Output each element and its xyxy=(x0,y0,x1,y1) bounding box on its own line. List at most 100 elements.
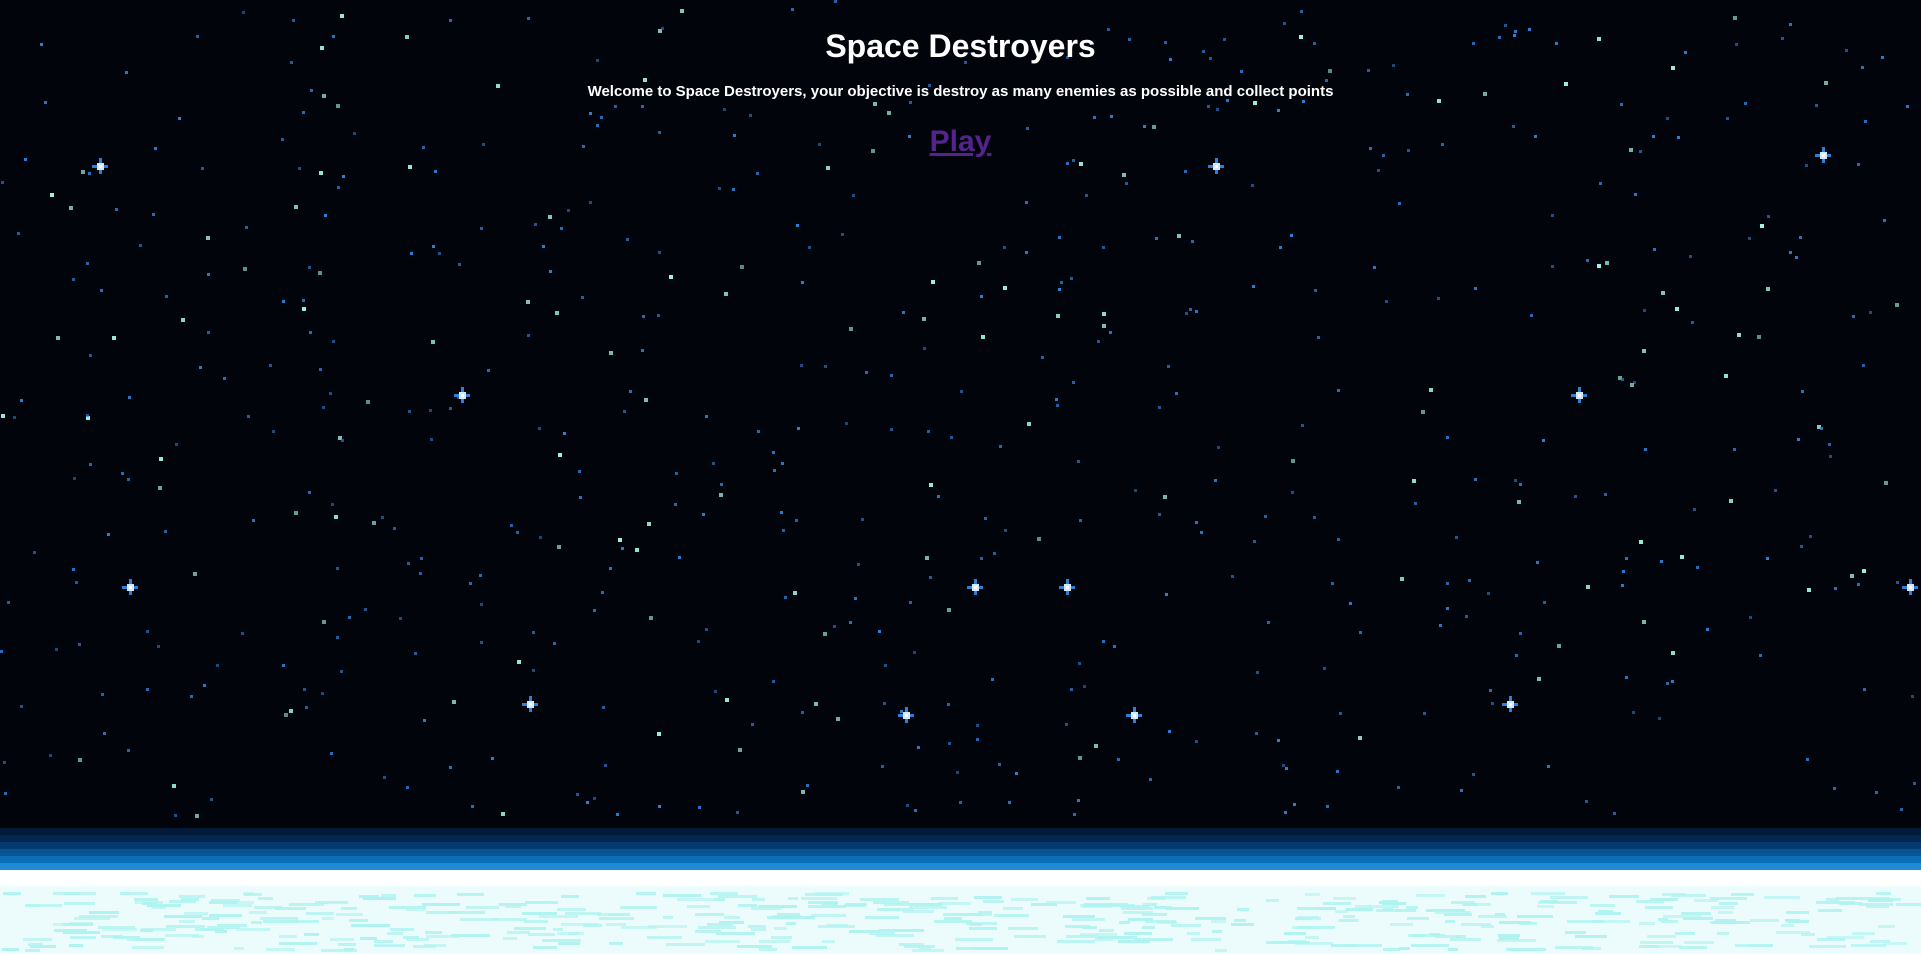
small-star xyxy=(589,201,592,204)
small-star xyxy=(609,567,612,570)
small-star xyxy=(175,443,178,446)
small-star xyxy=(1767,215,1770,218)
surface-mark xyxy=(1444,913,1472,916)
small-star xyxy=(712,462,715,465)
surface-mark xyxy=(1212,930,1222,933)
small-star xyxy=(1632,711,1635,714)
small-star xyxy=(1313,516,1316,519)
small-star xyxy=(890,374,893,377)
surface-mark xyxy=(1305,893,1320,896)
small-star xyxy=(642,315,645,318)
small-star xyxy=(548,215,552,219)
surface-mark xyxy=(822,940,835,943)
small-star xyxy=(449,766,452,769)
small-star xyxy=(178,117,181,120)
play-link[interactable]: Play xyxy=(930,125,992,158)
small-star xyxy=(1643,309,1646,312)
small-star xyxy=(1058,236,1061,239)
small-star xyxy=(657,732,661,736)
small-star xyxy=(736,811,739,814)
small-star xyxy=(1078,662,1081,665)
surface-mark xyxy=(53,892,79,895)
small-star xyxy=(618,538,622,542)
bright-star-icon xyxy=(967,579,983,595)
horizon-band xyxy=(0,828,1921,835)
surface-mark xyxy=(223,904,252,907)
small-star xyxy=(714,690,717,693)
small-star xyxy=(981,335,985,339)
surface-mark xyxy=(275,907,306,910)
small-star xyxy=(128,396,131,399)
surface-mark xyxy=(1609,895,1639,898)
surface-mark xyxy=(539,915,578,918)
small-star xyxy=(1414,502,1417,505)
surface-mark xyxy=(528,933,555,936)
small-star xyxy=(1291,459,1295,463)
surface-mark xyxy=(141,928,176,931)
small-star xyxy=(1622,570,1625,573)
surface-mark xyxy=(1878,925,1895,928)
small-star xyxy=(341,439,344,442)
small-star xyxy=(1795,256,1798,259)
small-star xyxy=(1195,310,1198,313)
small-star xyxy=(308,491,311,494)
small-star xyxy=(801,790,805,794)
small-star xyxy=(1367,69,1370,72)
horizon-band xyxy=(0,835,1921,842)
surface-mark xyxy=(1675,932,1695,935)
small-star xyxy=(1472,773,1475,776)
small-star xyxy=(1759,654,1762,657)
small-star xyxy=(1195,740,1198,743)
surface-mark xyxy=(166,925,205,928)
small-star xyxy=(1805,164,1808,167)
small-star xyxy=(1252,285,1255,288)
surface-mark xyxy=(1335,910,1348,913)
surface-mark xyxy=(1086,897,1110,900)
small-star xyxy=(1517,500,1521,504)
surface-mark xyxy=(687,905,710,908)
surface-mark xyxy=(349,919,368,922)
small-star xyxy=(917,746,920,749)
small-star xyxy=(1634,193,1637,196)
small-star xyxy=(931,280,935,284)
small-star xyxy=(1547,765,1550,768)
small-star xyxy=(7,601,10,604)
small-star xyxy=(146,630,149,633)
small-star xyxy=(1806,758,1809,761)
small-star xyxy=(115,208,118,211)
small-star xyxy=(589,112,592,115)
surface-mark xyxy=(1645,906,1673,909)
small-star xyxy=(641,105,644,108)
small-star xyxy=(922,317,926,321)
surface-mark xyxy=(738,904,757,907)
small-star xyxy=(1620,103,1623,106)
surface-mark xyxy=(1876,892,1891,895)
small-star xyxy=(542,245,545,248)
small-star xyxy=(1290,234,1293,237)
small-star xyxy=(800,364,803,367)
small-star xyxy=(1800,545,1803,548)
small-star xyxy=(414,652,417,655)
surface-mark xyxy=(751,907,781,910)
small-star xyxy=(1460,789,1463,792)
small-star xyxy=(1862,569,1866,573)
surface-mark xyxy=(132,946,164,949)
small-star xyxy=(1895,303,1899,307)
small-star xyxy=(3,761,6,764)
small-star xyxy=(438,252,441,255)
small-star xyxy=(1733,16,1737,20)
small-star xyxy=(947,608,951,612)
small-star xyxy=(201,167,204,170)
small-star xyxy=(593,609,596,612)
small-star xyxy=(305,706,308,709)
small-star xyxy=(1757,335,1761,339)
surface-mark xyxy=(751,928,766,931)
surface-mark xyxy=(457,893,484,896)
small-star xyxy=(1056,314,1060,318)
small-star xyxy=(223,377,226,380)
surface-mark xyxy=(1598,910,1613,913)
surface-mark xyxy=(972,947,1008,950)
small-star xyxy=(980,295,983,298)
small-star xyxy=(1122,173,1126,177)
surface-mark xyxy=(1465,895,1486,898)
